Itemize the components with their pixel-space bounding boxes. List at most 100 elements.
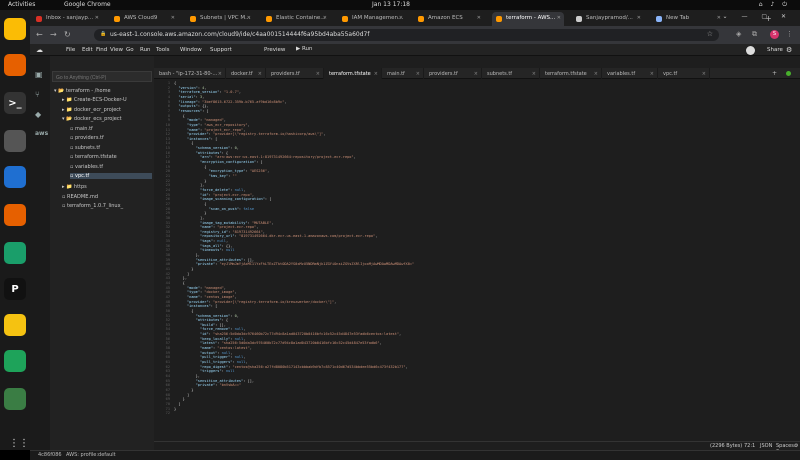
close-tab-icon[interactable]: ✕	[95, 15, 99, 21]
browser-tab[interactable]: Subnets | VPC M... ✕	[186, 12, 254, 26]
tree-item[interactable]: ▾ 📂 docker_ecs_project	[62, 116, 152, 122]
editor-tab[interactable]: main.tf ×	[382, 68, 424, 79]
activities-button[interactable]: Activities	[8, 1, 35, 8]
source-control-icon[interactable]: ⑂	[35, 90, 40, 99]
settings-icon[interactable]: ◆	[35, 110, 41, 119]
aws-profile-status[interactable]: AWS: profile:default	[66, 452, 116, 458]
browser-tab[interactable]: Amazon ECS ✕	[414, 12, 484, 26]
close-tab-icon[interactable]: ✕	[717, 15, 721, 21]
menu-item-go[interactable]: Go	[126, 47, 134, 53]
editor-tab[interactable]: providers.tf ×	[424, 68, 482, 79]
cursor-position[interactable]: 72:1	[744, 443, 755, 449]
close-editor-tab-icon[interactable]: ×	[702, 71, 706, 77]
tree-item[interactable]: ▫ terraform_1.0.7_linux_	[62, 203, 152, 209]
menu-item-window[interactable]: Window	[180, 47, 202, 53]
pycharm-icon[interactable]: P	[4, 278, 26, 300]
tree-item[interactable]: ▸ 📁 docker_ecr_project	[62, 107, 152, 113]
close-editor-tab-icon[interactable]: ×	[316, 71, 320, 77]
gear-icon[interactable]: ⚙	[786, 46, 792, 54]
browser-tab[interactable]: Sanjaypramod/... ✕	[572, 12, 644, 26]
close-tab-icon[interactable]: ✕	[323, 15, 327, 21]
active-app-name[interactable]: Google Chrome	[64, 1, 111, 8]
editor-tab[interactable]: docker.tf ×	[226, 68, 266, 79]
browser-tab[interactable]: Elastic Containe... ✕	[262, 12, 330, 26]
editor-tab[interactable]: providers.tf ×	[266, 68, 324, 79]
close-editor-tab-icon[interactable]: ×	[416, 71, 420, 77]
browser-tab[interactable]: terraform - AWS... ✕	[492, 12, 564, 26]
tree-item[interactable]: ▸ 📁 Create-ECS-Docker-U	[62, 97, 152, 103]
close-editor-tab-icon[interactable]: ×	[594, 71, 598, 77]
tree-item[interactable]: ▫ terraform.tfstate	[70, 154, 152, 160]
close-editor-tab-icon[interactable]: ×	[258, 71, 262, 77]
window-controls[interactable]: ⌄ — ▢ ✕	[723, 13, 792, 20]
browser-tab[interactable]: IAM Managemen... ✕	[338, 12, 406, 26]
menu-item-tools[interactable]: Tools	[156, 47, 170, 53]
user-avatar[interactable]	[746, 46, 755, 55]
share-button[interactable]: Share	[767, 47, 783, 53]
editor-tab[interactable]: terraform.tfstate ×	[324, 68, 382, 79]
browser-tab[interactable]: New Tab ✕	[652, 12, 724, 26]
terminal-prompt[interactable]: 4c86f086	[38, 452, 62, 458]
close-tab-icon[interactable]: ✕	[399, 15, 403, 21]
go-to-anything-input[interactable]	[52, 71, 152, 82]
show-apps-icon[interactable]: ⋮⋮	[9, 438, 29, 449]
close-tab-icon[interactable]: ✕	[637, 15, 641, 21]
cloud9-logo-icon[interactable]: ☁	[36, 46, 43, 54]
files-icon[interactable]	[4, 130, 26, 152]
forward-icon[interactable]: →	[50, 30, 57, 39]
tree-item[interactable]: ▾ 📂 terraform - /home	[54, 88, 152, 94]
close-tab-icon[interactable]: ✕	[477, 15, 481, 21]
menu-item-run[interactable]: Run	[140, 47, 151, 53]
settings-gear-icon[interactable]: ⚙	[794, 443, 798, 449]
lock-icon[interactable]: 🔒	[100, 31, 106, 37]
terminal-icon[interactable]: >_	[4, 92, 26, 114]
text-editor-icon[interactable]	[4, 314, 26, 336]
editor-tab[interactable]: variables.tf ×	[602, 68, 658, 79]
close-editor-tab-icon[interactable]: ×	[474, 71, 478, 77]
firefox-icon[interactable]	[4, 54, 26, 76]
globe-icon[interactable]	[4, 242, 26, 264]
tree-item[interactable]: ▫ README.md	[62, 194, 152, 200]
close-tab-icon[interactable]: ✕	[247, 15, 251, 21]
trash-icon[interactable]	[4, 388, 26, 410]
address-bar[interactable]: 🔒 us-east-1.console.aws.amazon.com/cloud…	[94, 29, 719, 41]
environment-icon[interactable]: ▣	[35, 70, 43, 79]
vscode-icon[interactable]	[4, 166, 26, 188]
editor-tab[interactable]: bash - "ip-172-31-80-… ×	[154, 68, 226, 79]
menu-item-support[interactable]: Support	[210, 47, 232, 53]
menu-item-edit[interactable]: Edit	[82, 47, 93, 53]
back-icon[interactable]: ←	[36, 30, 43, 39]
run-button[interactable]: ▶ Run	[296, 46, 313, 52]
tree-item[interactable]: ▫ providers.tf	[70, 135, 152, 141]
editor-tab[interactable]: vpc.tf ×	[658, 68, 710, 79]
clock[interactable]: Jan 13 17:18	[372, 1, 410, 8]
close-tab-icon[interactable]: ✕	[171, 15, 175, 21]
chrome-icon[interactable]	[4, 18, 26, 40]
tree-item[interactable]: ▫ vpc.tf	[70, 173, 152, 179]
editor-tab[interactable]: subnets.tf ×	[482, 68, 540, 79]
firefox-icon[interactable]	[4, 204, 26, 226]
new-editor-tab-icon[interactable]: +	[772, 70, 777, 77]
code-editor[interactable]: { "version": 4, "terraform_version": "1.…	[174, 79, 794, 445]
menu-item-find[interactable]: Find	[96, 47, 107, 53]
close-tab-icon[interactable]: ✕	[557, 15, 561, 21]
puzzle-icon[interactable]: ⧉	[752, 30, 757, 39]
language-mode[interactable]: JSON	[760, 443, 772, 449]
bookmark-star-icon[interactable]: ☆	[707, 30, 713, 38]
close-editor-tab-icon[interactable]: ×	[218, 71, 222, 77]
reload-icon[interactable]: ↻	[64, 30, 71, 39]
menu-item-file[interactable]: File	[66, 47, 75, 53]
profile-avatar[interactable]: S	[770, 30, 779, 39]
tree-item[interactable]: ▸ 📁 https	[62, 184, 152, 190]
tree-item[interactable]: ▫ subnets.tf	[70, 145, 152, 151]
aws-icon[interactable]: aws	[35, 130, 48, 137]
browser-tab[interactable]: AWS Cloud9 ✕	[110, 12, 178, 26]
preview-button[interactable]: Preview	[264, 47, 285, 53]
close-editor-tab-icon[interactable]: ×	[650, 71, 654, 77]
editor-tab[interactable]: terraform.tfstate ×	[540, 68, 602, 79]
close-editor-tab-icon[interactable]: ×	[374, 71, 378, 77]
tree-item[interactable]: ▫ variables.tf	[70, 164, 152, 170]
more-menu-icon[interactable]: ⋮	[786, 30, 793, 38]
menu-item-view[interactable]: View	[110, 47, 123, 53]
spreadsheet-icon[interactable]	[4, 350, 26, 372]
